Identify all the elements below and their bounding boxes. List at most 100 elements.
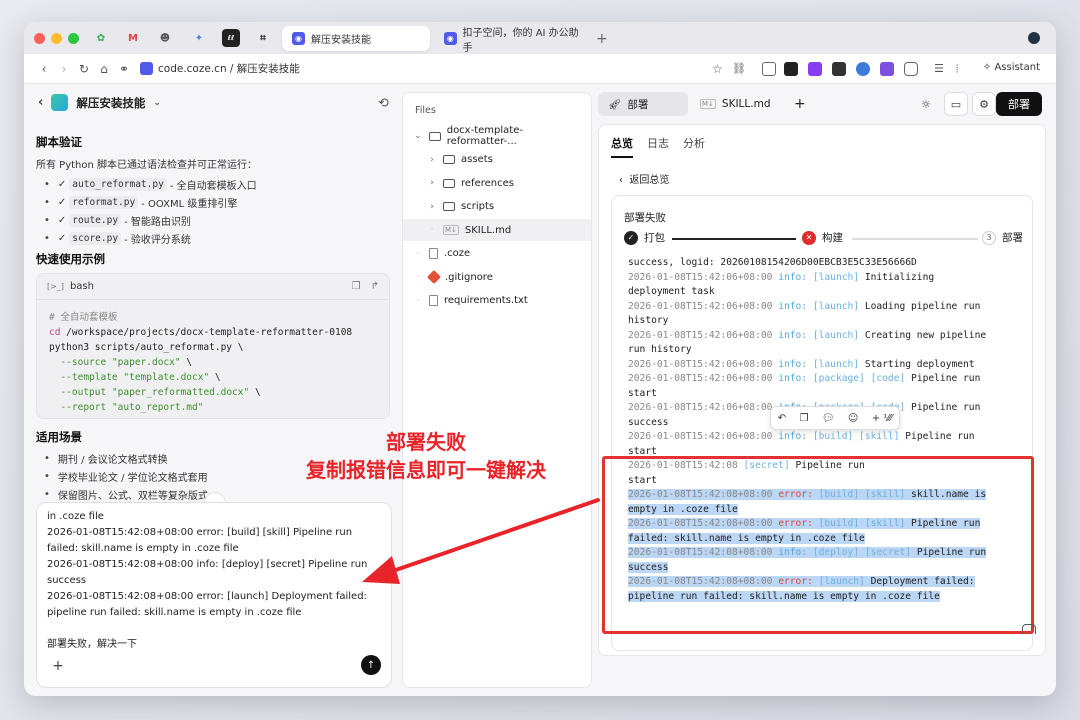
audio-icon[interactable]: ⦙ bbox=[956, 62, 970, 76]
file-name: score.py bbox=[69, 231, 122, 245]
log-tags: [secret] bbox=[743, 460, 796, 471]
settings-sliders-icon[interactable]: ⚙ bbox=[972, 92, 996, 116]
tab-deploy[interactable]: 🚀︎ 部署 bbox=[598, 92, 688, 116]
copy-icon[interactable]: ❐ bbox=[799, 413, 808, 424]
code-token: --source bbox=[49, 357, 107, 368]
chevron-right-icon[interactable]: · bbox=[413, 249, 423, 259]
error-x-icon: ✕ bbox=[802, 230, 816, 245]
site-info-icon[interactable]: ⚭ bbox=[114, 62, 134, 76]
files-title: Files bbox=[415, 105, 436, 116]
tab-skill-md[interactable]: M↓ SKILL.md bbox=[690, 92, 780, 116]
new-tab-button[interactable]: + bbox=[586, 26, 618, 51]
tab-active[interactable]: ◉ 解压安装技能 bbox=[282, 26, 430, 51]
tree-item[interactable]: ⌄ docx-template-reformatter-... bbox=[403, 125, 591, 147]
log-timestamp: 2026-01-08T15:42:08+08:00 bbox=[628, 576, 779, 587]
chevron-right-icon[interactable]: › bbox=[427, 178, 437, 188]
tree-item[interactable]: › scripts bbox=[403, 196, 591, 218]
url-field[interactable]: code.coze.cn / 解压安装技能 bbox=[140, 61, 300, 76]
folder-icon bbox=[443, 202, 455, 211]
assistant-button[interactable]: ✧ Assistant bbox=[983, 62, 1040, 73]
reload-icon[interactable]: ↻ bbox=[74, 62, 94, 76]
undo-icon[interactable]: ↶ bbox=[778, 413, 786, 424]
extension-icon[interactable] bbox=[880, 62, 894, 76]
step-label: 打包 bbox=[644, 232, 665, 244]
maximize-window-button[interactable] bbox=[68, 33, 79, 44]
tab-logs[interactable]: 日志 bbox=[647, 135, 669, 158]
bookmark-star-icon[interactable]: ☆ bbox=[712, 62, 726, 76]
home-icon[interactable]: ⌂ bbox=[94, 62, 114, 76]
file-icon bbox=[429, 248, 438, 259]
tree-item[interactable]: › references bbox=[403, 172, 591, 194]
theme-icon[interactable]: ☼ bbox=[914, 92, 938, 116]
back-icon[interactable]: ‹ bbox=[38, 95, 43, 110]
link-icon[interactable]: ⛓ bbox=[732, 62, 746, 76]
pinned-tab-icon[interactable]: ⌗ bbox=[254, 29, 272, 47]
menu-icon[interactable]: ☰ bbox=[934, 62, 948, 76]
chevron-right-icon[interactable]: · bbox=[413, 272, 423, 282]
folder-icon[interactable]: ▭ bbox=[944, 92, 968, 116]
gmail-icon[interactable]: M bbox=[124, 29, 142, 47]
log-timestamp: 2026-01-08T15:42:06+08:00 bbox=[628, 431, 779, 442]
add-attachment-button[interactable]: + bbox=[49, 657, 67, 675]
annotation-text: 部署失败 复制报错信息即可一键解决 bbox=[306, 428, 546, 484]
back-to-overview-link[interactable]: ‹ 返回总览 bbox=[619, 171, 669, 186]
tab-inactive[interactable]: ◉ 扣子空间，你的 AI 办公助手 bbox=[434, 26, 594, 54]
deploy-button[interactable]: 部署 bbox=[996, 92, 1042, 116]
chevron-right-icon[interactable]: · bbox=[413, 296, 423, 306]
comment-icon[interactable]: 💬︎ bbox=[822, 413, 835, 424]
chevron-right-icon[interactable]: › bbox=[427, 202, 437, 212]
pinned-tab-icon[interactable]: ℓℓ bbox=[222, 29, 240, 47]
gemini-icon[interactable]: ✦ bbox=[190, 29, 208, 47]
log-tags: [launch] bbox=[812, 271, 865, 283]
tree-item[interactable]: · .gitignore bbox=[403, 266, 591, 288]
chat-title[interactable]: 解压安装技能 bbox=[76, 95, 145, 111]
new-tab-button[interactable]: + bbox=[784, 92, 816, 116]
send-button[interactable]: ↑ bbox=[361, 655, 381, 675]
tab-overview[interactable]: 总览 bbox=[611, 135, 633, 158]
log-level: info: bbox=[778, 373, 813, 384]
chevron-down-icon[interactable]: ⌄ bbox=[153, 98, 161, 108]
log-tags: [build] [skill] bbox=[812, 431, 906, 442]
code-line: --source "paper.docx" \ bbox=[49, 355, 377, 370]
log-line-content: empty in .coze file bbox=[628, 503, 738, 515]
composer-input[interactable]: in .coze file 2026-01-08T15:42:08+08:00 e… bbox=[47, 509, 385, 653]
section-heading: 脚本验证 bbox=[36, 135, 82, 149]
extension-icon[interactable] bbox=[808, 62, 822, 76]
pinned-tab-icon[interactable]: ☻ bbox=[156, 29, 174, 47]
code-content[interactable]: # 全自动套模板 cd /workspace/projects/docx-temp… bbox=[37, 300, 389, 425]
forward-icon[interactable]: › bbox=[54, 62, 74, 76]
close-window-button[interactable] bbox=[34, 33, 45, 44]
tree-item[interactable]: › assets bbox=[403, 149, 591, 171]
tree-item[interactable]: · M↓ SKILL.md bbox=[403, 219, 591, 241]
address-bar: ‹ › ↻ ⌂ ⚭ code.coze.cn / 解压安装技能 ☆ ⛓ ☰ ⦙ … bbox=[24, 54, 1056, 84]
minimize-window-button[interactable] bbox=[51, 33, 62, 44]
tree-item[interactable]: · requirements.txt bbox=[403, 290, 591, 312]
profile-avatar[interactable] bbox=[1028, 32, 1040, 44]
tab-analysis[interactable]: 分析 bbox=[683, 135, 705, 158]
history-icon[interactable]: ⟲ bbox=[378, 96, 389, 111]
camera-icon[interactable] bbox=[762, 62, 776, 76]
chat-composer[interactable]: in .coze file 2026-01-08T15:42:08+08:00 e… bbox=[36, 502, 392, 688]
pinned-tab-icon[interactable]: ✿ bbox=[92, 29, 110, 47]
log-line-content: success bbox=[628, 417, 668, 428]
log-timestamp: 2026-01-08T15:42:08+08:00 bbox=[628, 547, 779, 558]
copy-icon[interactable]: ❐ bbox=[352, 281, 361, 292]
chevron-right-icon[interactable]: · bbox=[427, 225, 437, 235]
chevron-right-icon[interactable]: › bbox=[427, 155, 437, 165]
url-text: code.coze.cn / 解压安装技能 bbox=[158, 63, 300, 75]
insert-icon[interactable]: ↱ bbox=[371, 281, 379, 292]
tab-bar: ✿ M ☻ ✦ ℓℓ ⌗ ◉ 解压安装技能 ◉ 扣子空间，你的 AI 办公助手 … bbox=[24, 22, 1056, 54]
back-icon[interactable]: ‹ bbox=[34, 62, 54, 76]
extension-icon[interactable] bbox=[856, 62, 870, 76]
tree-item-label: references bbox=[461, 177, 514, 189]
tree-item[interactable]: · .coze bbox=[403, 243, 591, 265]
ai-icon[interactable]: ☺ bbox=[848, 413, 858, 424]
deploy-log[interactable]: success, logid: 20260108154206D00EBCB3E5… bbox=[616, 256, 1026, 646]
puzzle-icon[interactable] bbox=[904, 62, 918, 76]
item-desc: - 验收评分系统 bbox=[124, 234, 191, 246]
log-timestamp: 2026-01-08T15:42:06+08:00 bbox=[628, 373, 779, 384]
chevron-down-icon[interactable]: ⌄ bbox=[413, 131, 423, 141]
add-to-chat-button[interactable]: + ⅟⁄⁄ bbox=[872, 413, 893, 424]
extension-icon[interactable] bbox=[784, 62, 798, 76]
extension-icon[interactable] bbox=[832, 62, 846, 76]
